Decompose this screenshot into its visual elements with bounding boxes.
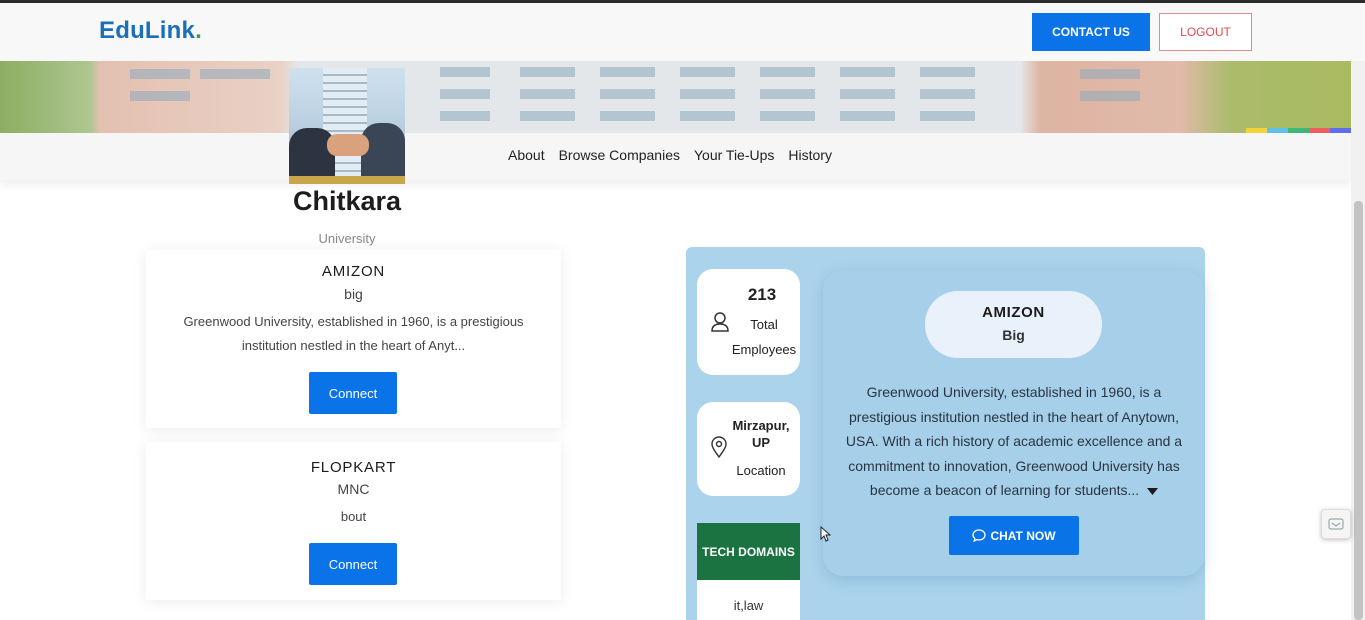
company-size: big: [344, 286, 363, 302]
chat-now-label: CHAT NOW: [990, 528, 1056, 543]
detail-description: Greenwood University, established in 196…: [838, 380, 1190, 504]
cover-banner-image: [0, 61, 1351, 133]
subnav-item-about[interactable]: About: [508, 147, 545, 163]
company-card[interactable]: FLOPKART MNC bout Connect: [146, 442, 561, 600]
user-icon: [710, 311, 730, 338]
brand-logo[interactable]: EduLink.: [99, 17, 202, 45]
company-name: AMIZON: [321, 263, 386, 280]
chat-bubble-icon: [972, 529, 987, 542]
company-size: MNC: [337, 481, 370, 497]
subnav-item-browse-companies[interactable]: Browse Companies: [559, 147, 680, 163]
profile-subnav: About Browse Companies Your Tie-Ups Hist…: [0, 133, 1351, 180]
tech-domains-header: TECH DOMAINS: [697, 523, 800, 580]
brand-text: EduLink: [99, 17, 196, 44]
employees-label-employees: Employees: [731, 342, 797, 357]
page-scrollbar[interactable]: [1351, 61, 1365, 620]
connect-button[interactable]: Connect: [309, 372, 397, 414]
connect-button[interactable]: Connect: [309, 543, 397, 585]
brand-dot: .: [195, 17, 202, 44]
scrollbar-thumb[interactable]: [1354, 201, 1363, 620]
location-pin-icon: [711, 436, 727, 463]
university-name: Chitkara: [292, 186, 402, 216]
company-name: FLOPKART: [310, 459, 397, 476]
detail-description-text: Greenwood University, established in 196…: [845, 384, 1183, 498]
university-type: University: [318, 231, 376, 246]
company-description: Greenwood University, established in 196…: [183, 314, 524, 353]
employees-stat-card: 213 Total Employees: [697, 269, 800, 375]
location-value: Mirzapur, UP: [732, 418, 790, 450]
subnav-item-your-tie-ups[interactable]: Your Tie-Ups: [694, 147, 774, 163]
company-description: bout: [340, 509, 367, 524]
company-card[interactable]: AMIZON big Greenwood University, establi…: [146, 250, 561, 428]
employees-count: 213: [747, 285, 777, 304]
mouse-cursor-icon: [820, 525, 832, 546]
subnav-item-history[interactable]: History: [788, 147, 832, 163]
caret-down-icon[interactable]: [1147, 479, 1159, 504]
tech-domains-value: it,law: [697, 580, 800, 620]
company-name-pill: AMIZON Big: [925, 291, 1102, 358]
contact-us-button[interactable]: CONTACT US: [1032, 13, 1150, 51]
detail-company-name: AMIZON: [982, 304, 1045, 321]
location-stat-card: Mirzapur, UP Location: [697, 402, 800, 496]
chat-now-button[interactable]: CHAT NOW: [949, 516, 1079, 555]
employees-label-total: Total: [750, 317, 778, 332]
location-label: Location: [736, 463, 786, 478]
logout-button[interactable]: LOGOUT: [1159, 13, 1252, 51]
top-navbar: EduLink. CONTACT US LOGOUT: [0, 3, 1365, 61]
detail-company-size: Big: [1002, 327, 1025, 343]
profile-avatar: [289, 68, 405, 184]
chat-widget-icon[interactable]: [1321, 509, 1351, 539]
